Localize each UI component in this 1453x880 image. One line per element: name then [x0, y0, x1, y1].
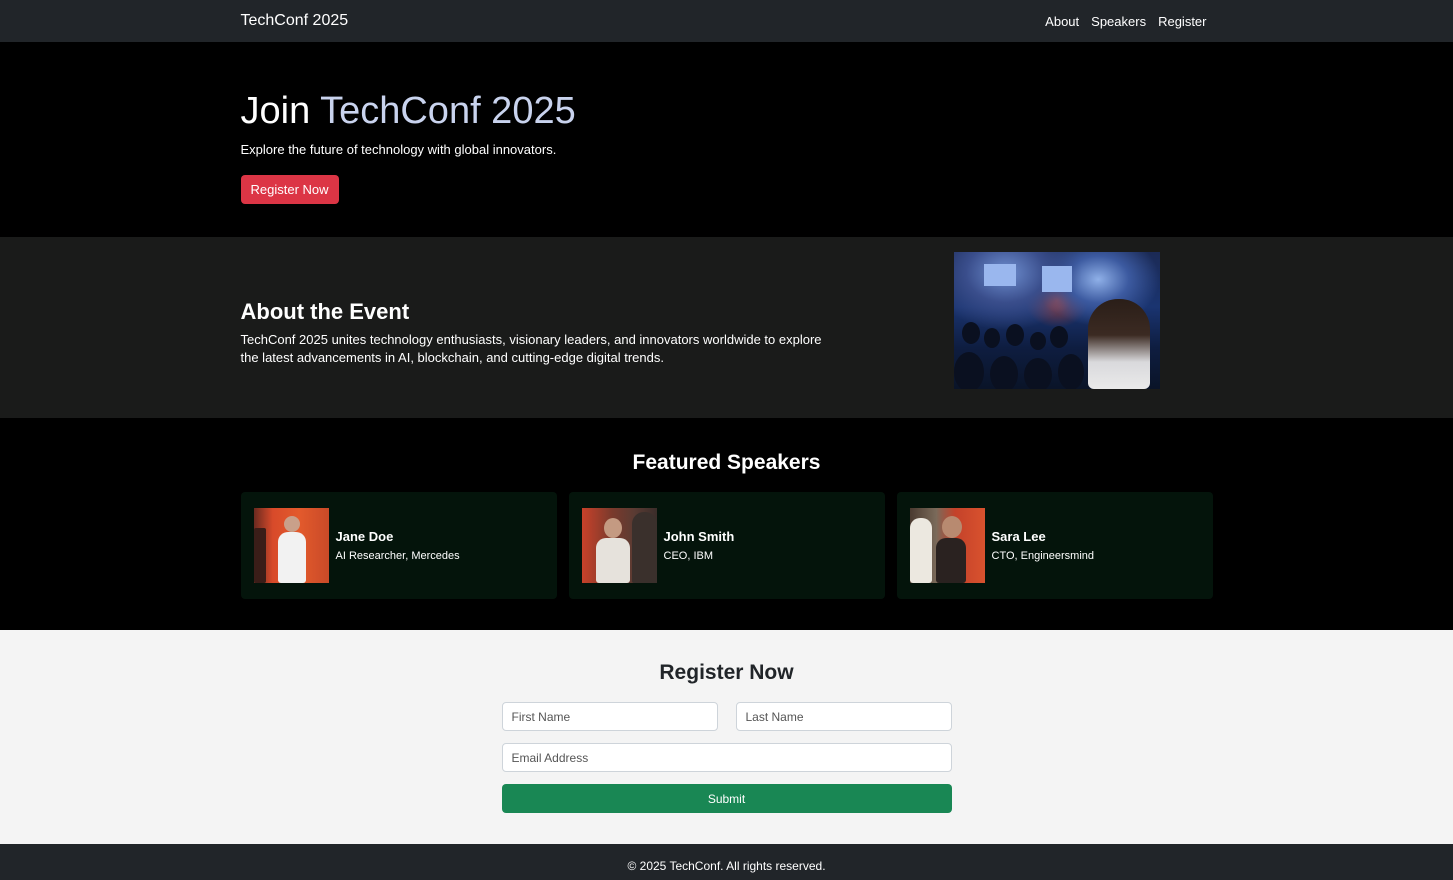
speaker-photo [909, 508, 985, 583]
conference-audience-image [953, 252, 1160, 389]
speaker-info: Jane Doe AI Researcher, Mercedes [336, 529, 460, 562]
hero-title-prefix: Join [240, 90, 321, 132]
speaker-name: John Smith [663, 529, 735, 544]
email-input[interactable] [501, 743, 952, 772]
speaker-role: AI Researcher, Mercedes [335, 550, 460, 562]
speaker-card-sara-lee[interactable]: Sara Lee CTO, Engineersmind [896, 492, 1213, 599]
footer: © 2025 TechConf. All rights reserved. [0, 844, 1453, 880]
speaker-photo [581, 508, 657, 583]
last-name-input[interactable] [735, 702, 952, 731]
nav-link-register[interactable]: Register [1158, 14, 1206, 29]
brand-logo-link[interactable]: TechConf 2025 [241, 12, 349, 30]
speaker-photo [253, 508, 329, 583]
about-description: TechConf 2025 unites technology enthusia… [240, 331, 822, 365]
first-name-input[interactable] [501, 702, 718, 731]
navbar: TechConf 2025 About Speakers Register [0, 0, 1453, 42]
speaker-list: Jane Doe AI Researcher, Mercedes John Sm… [240, 492, 1213, 599]
speaker-card-jane-doe[interactable]: Jane Doe AI Researcher, Mercedes [240, 492, 557, 599]
speakers-title: Featured Speakers [632, 451, 821, 474]
hero-title: Join TechConf 2025 [241, 90, 1213, 132]
about-section: About the Event TechConf 2025 unites tec… [0, 237, 1453, 418]
nav-link-speakers[interactable]: Speakers [1091, 14, 1146, 29]
speakers-section: Featured Speakers Jane Doe AI Researcher… [0, 418, 1453, 630]
register-title: Register Now [659, 661, 794, 684]
hero-subtitle: Explore the future of technology with gl… [240, 142, 557, 157]
speaker-role: CEO, IBM [663, 550, 714, 562]
speaker-name: Sara Lee [991, 529, 1046, 544]
submit-button[interactable]: Submit [501, 784, 952, 813]
register-now-button[interactable]: Register Now [240, 175, 339, 204]
speaker-role: CTO, Engineersmind [991, 550, 1095, 562]
speaker-info: Sara Lee CTO, Engineersmind [992, 529, 1095, 562]
about-title: About the Event [240, 298, 410, 324]
hero-title-accent: TechConf 2025 [320, 90, 576, 132]
speaker-card-john-smith[interactable]: John Smith CEO, IBM [568, 492, 885, 599]
about-text: About the Event TechConf 2025 unites tec… [241, 299, 841, 367]
footer-copyright: © 2025 TechConf. All rights reserved. [627, 859, 826, 873]
speaker-info: John Smith CEO, IBM [664, 529, 735, 562]
nav-links: About Speakers Register [1045, 14, 1206, 29]
nav-link-about[interactable]: About [1045, 14, 1079, 29]
name-row [501, 702, 952, 731]
registration-form: Submit [501, 702, 952, 813]
hero-section: Join TechConf 2025 Explore the future of… [0, 42, 1453, 237]
register-section: Register Now Submit [0, 630, 1453, 844]
speaker-name: Jane Doe [335, 529, 394, 544]
